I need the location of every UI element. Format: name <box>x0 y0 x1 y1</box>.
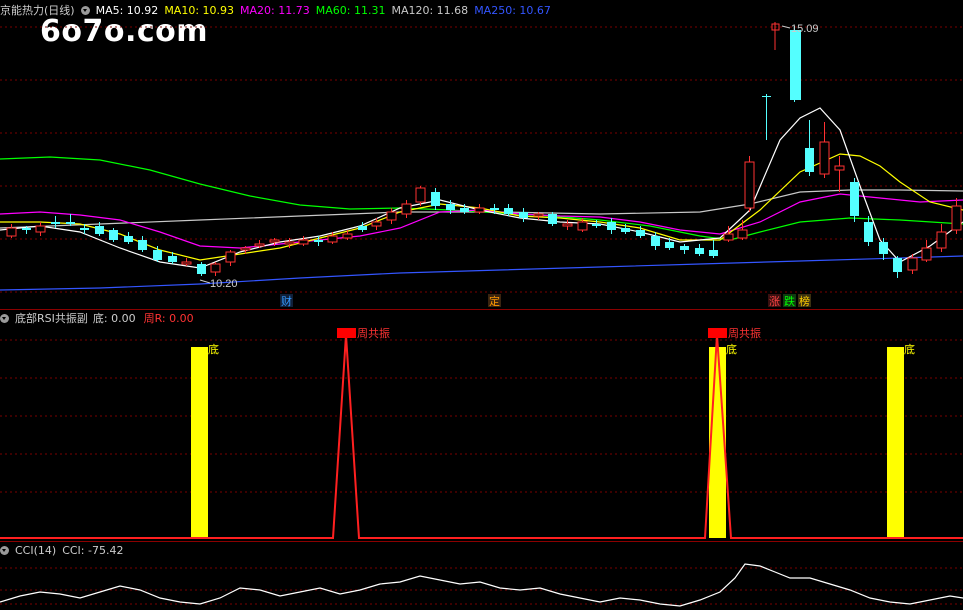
rsi-zhou-line <box>0 334 963 539</box>
cci-grid <box>0 567 963 605</box>
event-markers: 财 定 涨 跌 榜 <box>280 294 811 308</box>
main-grid <box>0 26 963 293</box>
rsi-grid <box>0 339 963 493</box>
svg-text:周共振: 周共振 <box>357 326 390 340</box>
rsi-zhou-markers: 周共振 周共振 <box>337 326 761 340</box>
rsi-di-bars <box>191 347 904 538</box>
chart-canvas[interactable]: 15.09 10.20 财 定 涨 跌 榜 底 底 底 周共振 周共振 <box>0 0 963 610</box>
high-price-label: 15.09 <box>791 23 819 35</box>
event-zhang: 涨 <box>769 295 780 308</box>
rsi-di-labels: 底 底 底 <box>208 342 915 356</box>
cci-line <box>0 563 963 607</box>
svg-text:底: 底 <box>726 342 737 356</box>
svg-text:底: 底 <box>208 342 219 356</box>
event-die: 跌 <box>784 294 795 308</box>
candlesticks <box>6 26 962 278</box>
svg-text:周共振: 周共振 <box>728 326 761 340</box>
low-price-label: 10.20 <box>210 278 238 290</box>
event-cai: 财 <box>281 294 292 308</box>
event-ding: 定 <box>489 294 500 308</box>
ma250-line <box>0 255 963 291</box>
svg-text:底: 底 <box>904 342 915 356</box>
event-bang: 榜 <box>799 294 810 308</box>
